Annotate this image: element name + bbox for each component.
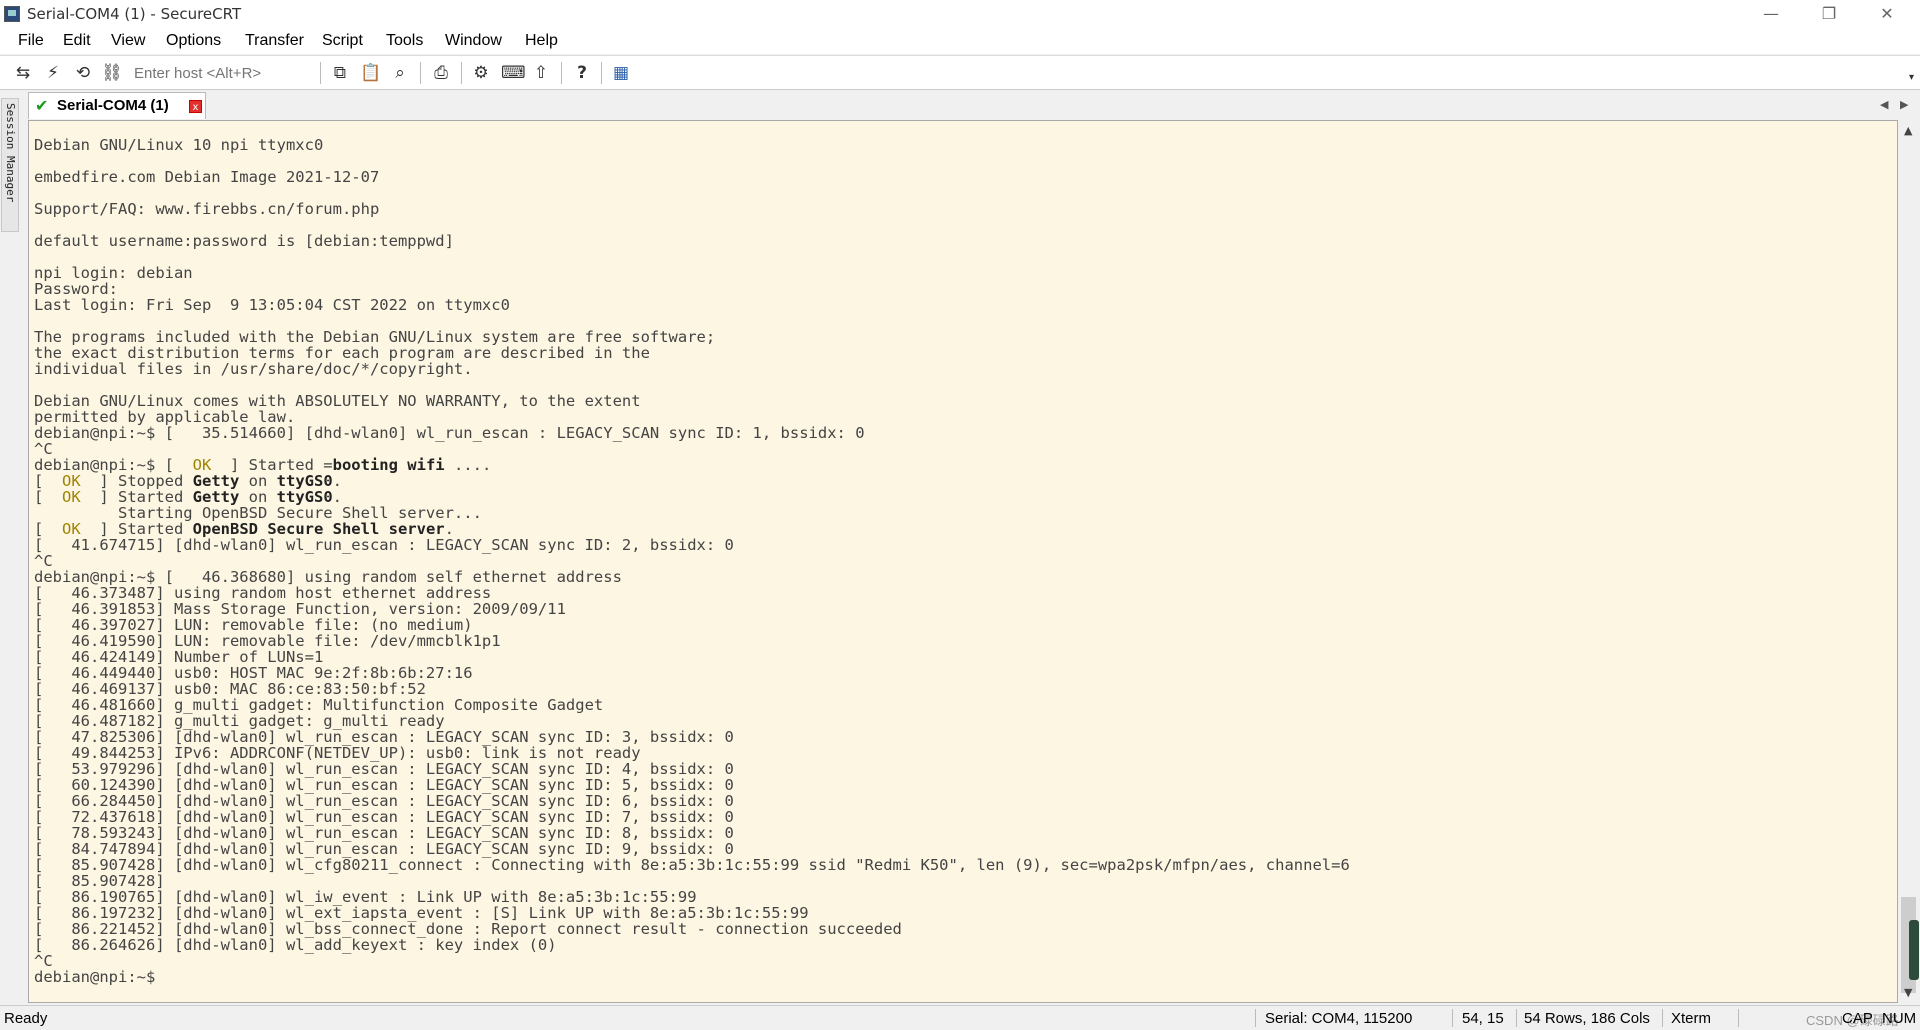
enter-host-input[interactable] bbox=[132, 61, 316, 86]
terminal-line: Support/FAQ: www.firebbs.cn/forum.php bbox=[34, 200, 380, 218]
status-ready: Ready bbox=[4, 1010, 48, 1027]
scroll-down-icon[interactable]: ▼ bbox=[1904, 986, 1912, 999]
menu-tools[interactable]: Tools bbox=[386, 32, 423, 50]
menu-script[interactable]: Script bbox=[322, 32, 363, 50]
menu-edit[interactable]: Edit bbox=[63, 32, 91, 50]
tab-serial-com4[interactable]: ✔ Serial-COM4 (1) x bbox=[28, 92, 206, 119]
toolbar-separator bbox=[320, 62, 321, 84]
restore-button[interactable]: ❐ bbox=[1800, 0, 1858, 28]
toolbar-separator bbox=[420, 62, 421, 84]
tab-scroll-right-icon[interactable]: ▶ bbox=[1900, 98, 1908, 111]
minimize-button[interactable]: — bbox=[1742, 0, 1800, 28]
window-title: Serial-COM4 (1) - SecureCRT bbox=[27, 5, 242, 23]
find-icon[interactable]: ⌕ bbox=[390, 63, 410, 83]
terminal-line: embedfire.com Debian Image 2021-12-07 bbox=[34, 168, 380, 186]
scrollbar-grip-icon[interactable] bbox=[1909, 920, 1919, 980]
status-emulation: Xterm bbox=[1671, 1010, 1712, 1027]
status-separator bbox=[1662, 1009, 1663, 1027]
help-icon[interactable]: ? bbox=[572, 63, 592, 83]
menu-window[interactable]: Window bbox=[445, 32, 502, 50]
terminal-scrollbar[interactable]: ▲ ▼ bbox=[1898, 120, 1920, 1003]
disconnect-icon[interactable]: ⛓ bbox=[101, 63, 123, 83]
print-icon[interactable]: ⎙ bbox=[431, 63, 451, 83]
paste-icon[interactable]: 📋 bbox=[360, 63, 381, 83]
securecrt-app-icon[interactable] bbox=[4, 6, 20, 22]
toolbar: ⇆ ⚡ ⟲ ⛓ ⧉ 📋 ⌕ ⎙ ⚙ ⌨ ⇧ ? ▦ ▾ bbox=[0, 55, 1920, 90]
terminal-line: Debian GNU/Linux 10 npi ttymxc0 bbox=[34, 136, 324, 154]
quick-connect-icon[interactable]: ⚡ bbox=[43, 63, 63, 83]
terminal-line: debian@npi:~$ bbox=[34, 968, 165, 986]
terminal-output: Debian GNU/Linux 10 npi ttymxc0 embedfir… bbox=[34, 137, 1350, 985]
menu-help[interactable]: Help bbox=[525, 32, 558, 50]
menu-transfer[interactable]: Transfer bbox=[245, 32, 304, 50]
terminal-area[interactable]: Debian GNU/Linux 10 npi ttymxc0 embedfir… bbox=[28, 120, 1898, 1003]
close-tab-icon[interactable]: x bbox=[189, 100, 202, 113]
session-manager-tab[interactable]: Session Manager bbox=[1, 98, 19, 232]
title-bar: Serial-COM4 (1) - SecureCRT — ❐ ✕ bbox=[0, 0, 1920, 28]
sftp-icon[interactable]: ⇧ bbox=[531, 63, 551, 83]
toolbar-separator bbox=[461, 62, 462, 84]
status-separator bbox=[1255, 1009, 1256, 1027]
status-caps-lock: CAP bbox=[1842, 1010, 1873, 1027]
terminal-line: Last login: Fri Sep 9 13:05:04 CST 2022 … bbox=[34, 296, 510, 314]
toolbar-separator bbox=[601, 62, 602, 84]
session-tab-strip: ✔ Serial-COM4 (1) x ◀ ▶ bbox=[22, 90, 1920, 120]
terminal-line: default username:password is [debian:tem… bbox=[34, 232, 454, 250]
status-connection: Serial: COM4, 115200 bbox=[1265, 1010, 1413, 1027]
connected-check-icon: ✔ bbox=[35, 96, 49, 115]
copy-icon[interactable]: ⧉ bbox=[330, 63, 350, 83]
terminal-line: [ 41.674715] [dhd-wlan0] wl_run_escan : … bbox=[34, 536, 734, 554]
status-separator bbox=[1738, 1009, 1739, 1027]
close-window-button[interactable]: ✕ bbox=[1858, 0, 1916, 28]
keymap-icon[interactable]: ⌨ bbox=[501, 63, 526, 83]
status-separator bbox=[1452, 1009, 1453, 1027]
connect-icon[interactable]: ⇆ bbox=[13, 63, 33, 83]
script-icon[interactable]: ▦ bbox=[611, 63, 631, 83]
status-separator bbox=[1516, 1009, 1517, 1027]
menu-view[interactable]: View bbox=[111, 32, 145, 50]
settings-icon[interactable]: ⚙ bbox=[471, 63, 491, 83]
menu-options[interactable]: Options bbox=[166, 32, 221, 50]
status-bar: Ready Serial: COM4, 115200 54, 15 54 Row… bbox=[0, 1005, 1920, 1030]
terminal-line: individual files in /usr/share/doc/*/cop… bbox=[34, 360, 473, 378]
toolbar-dropdown-icon[interactable]: ▾ bbox=[1909, 72, 1914, 83]
toolbar-separator bbox=[561, 62, 562, 84]
tab-scroll-left-icon[interactable]: ◀ bbox=[1880, 98, 1888, 111]
terminal-line: [ 86.264626] [dhd-wlan0] wl_add_keyext :… bbox=[34, 936, 557, 954]
menu-bar: File Edit View Options Transfer Script T… bbox=[0, 28, 1920, 54]
terminal-line: [ 85.907428] [dhd-wlan0] wl_cfg80211_con… bbox=[34, 856, 1350, 874]
tab-label: Serial-COM4 (1) bbox=[57, 97, 169, 114]
session-manager-label: Session Manager bbox=[4, 103, 17, 203]
session-manager-dock: Session Manager bbox=[0, 90, 22, 1000]
scroll-up-icon[interactable]: ▲ bbox=[1904, 124, 1912, 137]
reconnect-icon[interactable]: ⟲ bbox=[73, 63, 93, 83]
terminal-line: debian@npi:~$ [ 35.514660] [dhd-wlan0] w… bbox=[34, 424, 865, 442]
menu-file[interactable]: File bbox=[18, 32, 44, 50]
status-cursor-position: 54, 15 bbox=[1462, 1010, 1504, 1027]
status-num-lock: NUM bbox=[1882, 1010, 1917, 1027]
status-terminal-size: 54 Rows, 186 Cols bbox=[1524, 1010, 1650, 1027]
